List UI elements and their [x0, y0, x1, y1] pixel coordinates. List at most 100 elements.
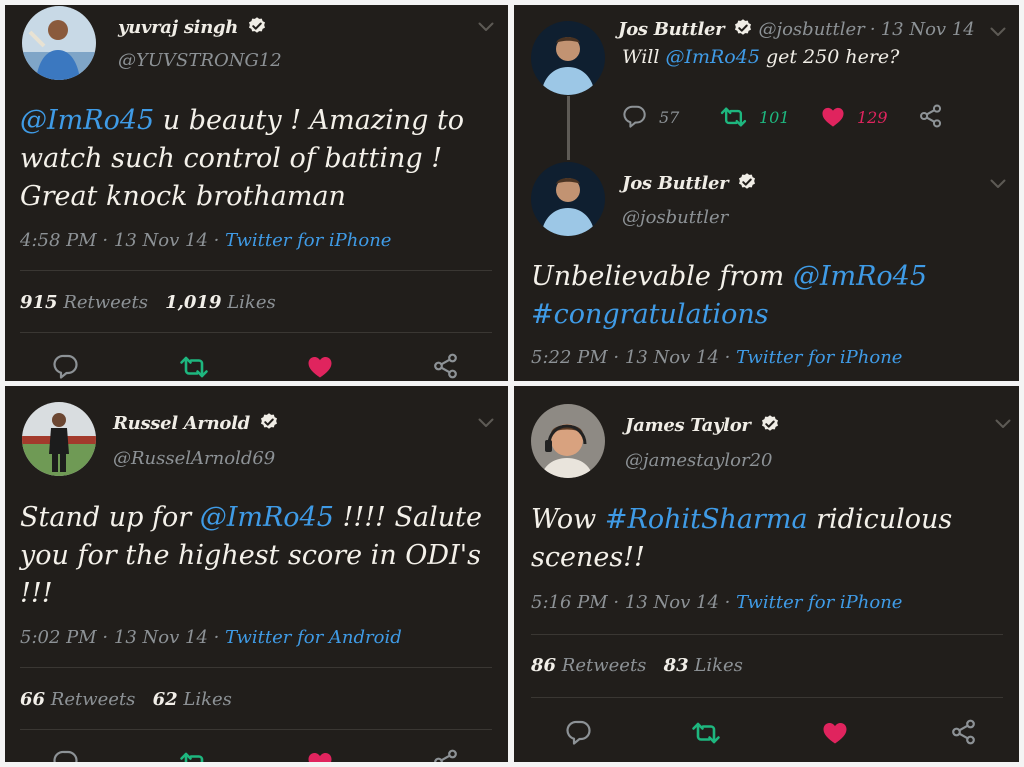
tweet-stats: 86 Retweets 83 Likes — [531, 655, 743, 676]
separator: · — [102, 230, 109, 251]
author-name[interactable]: Jos Buttler — [618, 19, 725, 40]
separator: · — [613, 592, 620, 613]
tweet-text-body: Stand up for — [20, 502, 200, 533]
separator: · — [724, 347, 731, 368]
tweet-text: Stand up for @ImRo45 !!!! Salute you for… — [20, 499, 490, 613]
share-icon[interactable] — [919, 104, 943, 128]
author-handle[interactable]: @josbuttler — [622, 207, 728, 228]
retweets-label[interactable]: Retweets — [63, 292, 148, 313]
tweet-card-arnold: Russel Arnold @RusselArnold69 Stand up f… — [5, 386, 508, 762]
tweet-date: 13 Nov 14 — [624, 347, 719, 368]
author-name[interactable]: Russel Arnold — [113, 413, 250, 434]
retweet-count[interactable]: 86 — [531, 655, 556, 676]
chevron-down-icon[interactable] — [995, 419, 1011, 429]
mention-link[interactable]: @ImRo45 — [200, 502, 334, 533]
like-count[interactable]: 62 — [153, 689, 178, 710]
reply-icon[interactable] — [623, 104, 647, 128]
avatar[interactable] — [531, 404, 605, 478]
divider — [20, 270, 492, 271]
reply-icon[interactable] — [53, 353, 79, 379]
mention-link[interactable]: @ImRo45 — [665, 46, 759, 68]
like-count[interactable]: 129 — [857, 108, 888, 127]
tweet-meta: 5:22 PM · 13 Nov 14 · Twitter for iPhone — [531, 347, 902, 368]
author-handle[interactable]: @YUVSTRONG12 — [118, 50, 282, 71]
retweet-icon[interactable] — [691, 721, 721, 745]
reply-author-line: Jos Buttler @josbuttler · 13 Nov 14 — [618, 18, 975, 40]
tweet-text: Wow #RohitSharma ridiculous scenes!! — [531, 501, 1001, 577]
share-icon[interactable] — [433, 353, 459, 379]
like-heart-icon[interactable] — [307, 751, 333, 762]
likes-label[interactable]: Likes — [227, 292, 276, 313]
separator: · — [869, 19, 876, 40]
verified-badge-icon — [760, 414, 780, 434]
like-count[interactable]: 1,019 — [165, 292, 221, 313]
likes-label[interactable]: Likes — [183, 689, 232, 710]
retweets-label[interactable]: Retweets — [562, 655, 647, 676]
retweet-icon[interactable] — [179, 355, 209, 379]
tweet-text-body: Will — [622, 46, 666, 68]
author-handle[interactable]: @jamestaylor20 — [625, 450, 773, 471]
likes-label[interactable]: Likes — [694, 655, 743, 676]
tweet-date: 13 Nov 14 — [113, 230, 208, 251]
tweet-date: 13 Nov 14 — [880, 19, 975, 40]
avatar[interactable] — [22, 402, 96, 476]
tweet-stats: 66 Retweets 62 Likes — [20, 689, 232, 710]
verified-badge-icon — [737, 172, 757, 192]
divider — [531, 697, 1003, 698]
retweet-count[interactable]: 915 — [20, 292, 58, 313]
retweet-icon[interactable] — [179, 751, 209, 762]
tweet-source[interactable]: Twitter for iPhone — [736, 592, 902, 613]
like-count[interactable]: 83 — [664, 655, 689, 676]
author-name[interactable]: James Taylor — [625, 415, 751, 436]
tweet-card-yuvraj: yuvraj singh @YUVSTRONG12 @ImRo45 u beau… — [5, 5, 508, 381]
hashtag-link[interactable]: #RohitSharma — [605, 504, 808, 535]
tweet-time: 5:02 PM — [20, 627, 97, 648]
tweet-source[interactable]: Twitter for iPhone — [736, 347, 902, 368]
author-name[interactable]: yuvraj singh — [118, 17, 238, 38]
avatar[interactable] — [531, 21, 605, 95]
retweet-icon[interactable] — [720, 106, 747, 128]
separator: · — [102, 627, 109, 648]
share-icon[interactable] — [433, 749, 459, 762]
avatar[interactable] — [531, 162, 605, 236]
author-line: Jos Buttler — [622, 172, 757, 194]
like-heart-icon[interactable] — [822, 721, 848, 745]
hashtag-link[interactable]: #congratulations — [531, 299, 769, 330]
chevron-down-icon[interactable] — [478, 22, 494, 32]
retweet-count[interactable]: 101 — [759, 108, 790, 127]
separator: · — [724, 592, 731, 613]
tweet-meta: 5:16 PM · 13 Nov 14 · Twitter for iPhone — [531, 592, 902, 613]
mention-link[interactable]: @ImRo45 — [793, 261, 927, 292]
reply-count[interactable]: 57 — [659, 108, 679, 127]
reply-icon[interactable] — [566, 719, 592, 745]
separator: · — [213, 627, 220, 648]
tweet-source[interactable]: Twitter for Android — [225, 627, 402, 648]
tweet-date: 13 Nov 14 — [113, 627, 208, 648]
reply-icon[interactable] — [53, 749, 79, 762]
share-icon[interactable] — [951, 719, 977, 745]
chevron-down-icon[interactable] — [990, 179, 1006, 189]
tweet-source[interactable]: Twitter for iPhone — [225, 230, 391, 251]
author-line: James Taylor — [625, 414, 780, 436]
chevron-down-icon[interactable] — [478, 418, 494, 428]
avatar[interactable] — [22, 6, 96, 80]
thread-line — [567, 96, 570, 160]
tweet-card-buttler: Jos Buttler @josbuttler · 13 Nov 14 Will… — [514, 5, 1019, 381]
divider — [20, 729, 492, 730]
like-heart-icon[interactable] — [821, 106, 845, 128]
tweet-stats: 915 Retweets 1,019 Likes — [20, 292, 276, 313]
divider — [20, 667, 492, 668]
like-heart-icon[interactable] — [307, 355, 333, 379]
divider — [20, 332, 492, 333]
author-name[interactable]: Jos Buttler — [622, 173, 729, 194]
tweet-time: 5:16 PM — [531, 592, 608, 613]
author-handle[interactable]: @josbuttler — [759, 19, 865, 40]
mention-link[interactable]: @ImRo45 — [20, 105, 154, 136]
verified-badge-icon — [247, 16, 267, 36]
retweet-count[interactable]: 66 — [20, 689, 45, 710]
divider — [531, 634, 1003, 635]
author-handle[interactable]: @RusselArnold69 — [113, 448, 275, 469]
tweet-text: Unbelievable from @ImRo45 #congratulation… — [531, 258, 1001, 334]
retweets-label[interactable]: Retweets — [51, 689, 136, 710]
chevron-down-icon[interactable] — [990, 27, 1006, 37]
